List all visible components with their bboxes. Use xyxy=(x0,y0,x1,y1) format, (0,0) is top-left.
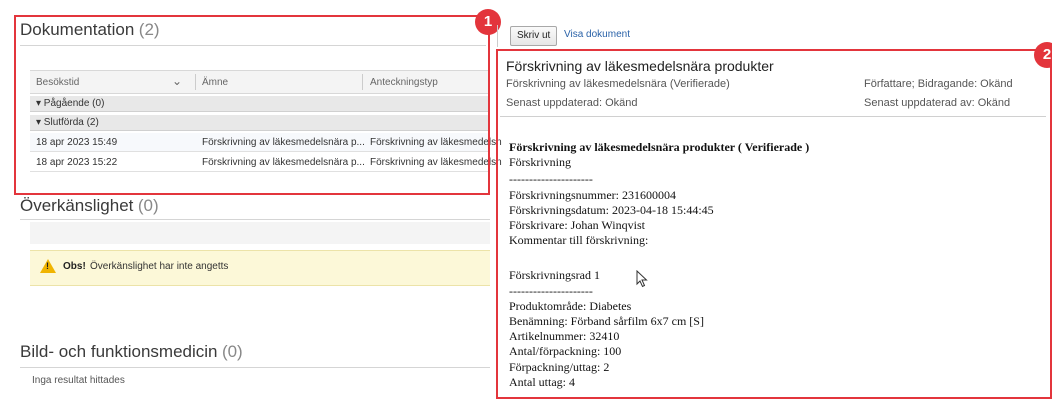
highlight-box-2 xyxy=(496,49,1052,399)
allergy-count: (0) xyxy=(137,196,159,215)
allergy-toolbar xyxy=(30,222,490,244)
imaging-section: Bild- och funktionsmedicin (0) xyxy=(20,342,243,362)
allergy-divider xyxy=(20,219,490,220)
warning-label: Obs! xyxy=(63,261,86,272)
warning-banner: ! Obs! Överkänslighet har inte angetts xyxy=(30,250,490,286)
print-button[interactable]: Skriv ut xyxy=(510,26,558,46)
allergy-section: Överkänslighet (0) xyxy=(20,196,159,216)
imaging-title: Bild- och funktionsmedicin xyxy=(20,342,218,361)
right-panel-separator xyxy=(497,25,498,47)
warning-icon-mark: ! xyxy=(46,261,49,271)
warning-text: Överkänslighet har inte angetts xyxy=(90,261,229,272)
highlight-box-1 xyxy=(14,15,490,195)
imaging-count: (0) xyxy=(221,342,243,361)
imaging-divider xyxy=(20,367,490,368)
view-document-link[interactable]: Visa dokument xyxy=(564,29,630,40)
allergy-title: Överkänslighet xyxy=(20,196,134,215)
no-results-text: Inga resultat hittades xyxy=(32,375,125,386)
